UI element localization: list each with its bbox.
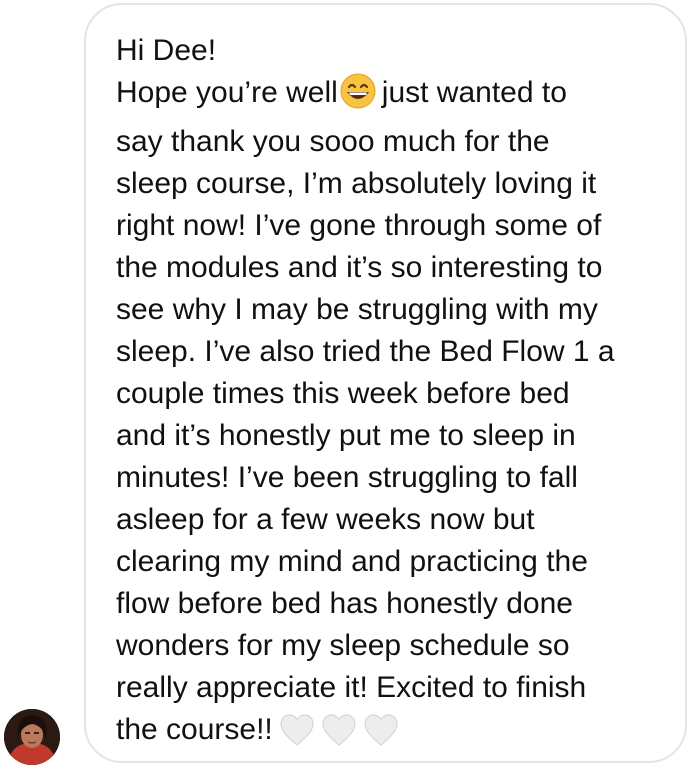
sender-avatar[interactable] — [4, 709, 60, 765]
message-line: sleep. I’ve also tried the Bed Flow 1 a — [116, 335, 615, 368]
message-line: wonders for my sleep schedule so — [116, 629, 570, 662]
message-line: say thank you sooo much for the — [116, 125, 550, 158]
message-line-segment: Hope you’re well — [116, 76, 338, 109]
white-heart-icon — [363, 713, 399, 759]
message-line: the modules and it’s so interesting to — [116, 251, 603, 284]
profile-photo-icon — [4, 709, 60, 765]
message-line: see why I may be struggling with my — [116, 293, 598, 326]
message-line-segment: just wanted to — [381, 76, 567, 109]
message-line: Hope you’re well just wanted to — [116, 72, 676, 121]
message-line: and it’s honestly put me to sleep in — [116, 419, 576, 452]
message-line: sleep course, I’m absolutely loving it — [116, 167, 597, 200]
message-line: right now! I’ve gone through some of — [116, 209, 602, 242]
message-line: flow before bed has honestly done — [116, 587, 573, 620]
message-line-segment: the course!! — [116, 713, 273, 746]
message-line: really appreciate it! Excited to finish — [116, 671, 587, 704]
message-text: Hi Dee! Hope you’re well just wanted to … — [116, 30, 676, 759]
message-line: asleep for a few weeks now but — [116, 503, 535, 536]
grinning-face-icon — [340, 73, 376, 121]
message-line: clearing my mind and practicing the — [116, 545, 588, 578]
message-line: Hi Dee! — [116, 34, 217, 67]
message-line: the course!! — [116, 709, 676, 759]
message-line: couple times this week before bed — [116, 377, 570, 410]
message-line: minutes! I’ve been struggling to fall — [116, 461, 578, 494]
white-heart-icon — [321, 713, 357, 759]
white-heart-icon — [279, 713, 315, 759]
